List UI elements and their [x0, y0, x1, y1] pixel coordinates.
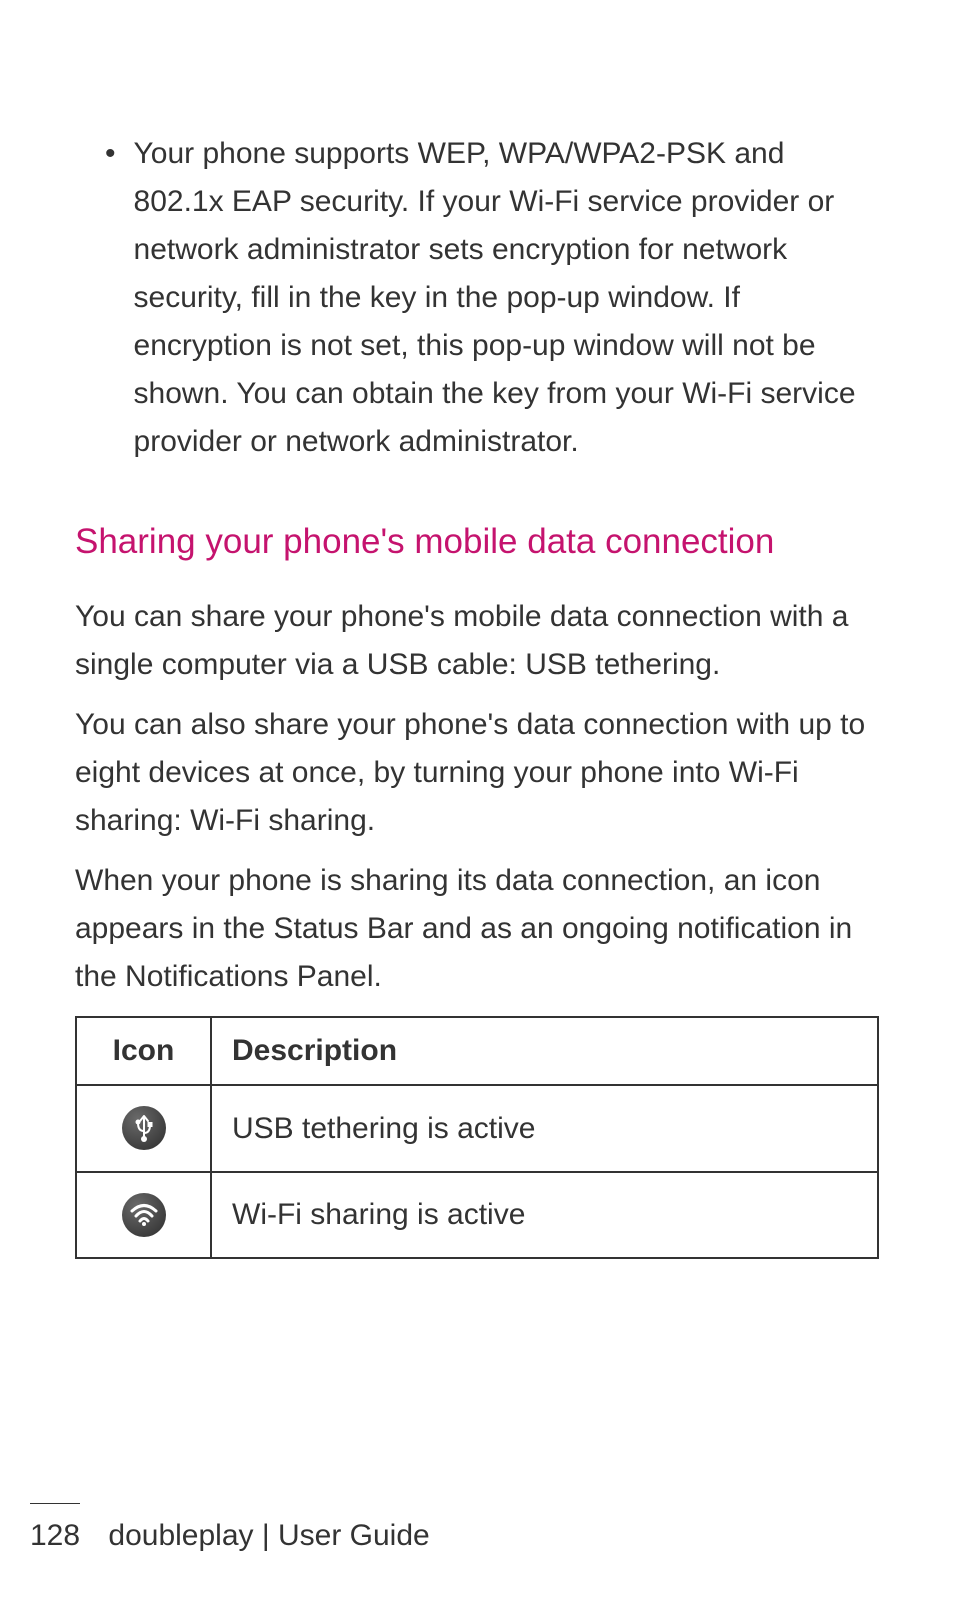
- usb-icon: [122, 1106, 166, 1150]
- icon-cell-wifi: [76, 1172, 211, 1258]
- header-icon: Icon: [76, 1017, 211, 1085]
- paragraph-1: You can share your phone's mobile data c…: [75, 593, 879, 689]
- bullet-symbol: •: [105, 130, 116, 466]
- icon-table: Icon Description: [75, 1016, 879, 1259]
- table-row: Wi-Fi sharing is active: [76, 1172, 878, 1258]
- table-header-row: Icon Description: [76, 1017, 878, 1085]
- table-row: USB tethering is active: [76, 1085, 878, 1172]
- page-content: • Your phone supports WEP, WPA/WPA2-PSK …: [0, 0, 954, 1259]
- footer-title: doubleplay | User Guide: [108, 1519, 429, 1552]
- paragraph-3: When your phone is sharing its data conn…: [75, 857, 879, 1001]
- page-number: 128: [30, 1519, 80, 1553]
- paragraph-2: You can also share your phone's data con…: [75, 701, 879, 845]
- wifi-icon: [122, 1193, 166, 1237]
- page-footer: 128 doubleplay | User Guide: [0, 1503, 954, 1553]
- footer-line: [30, 1503, 80, 1504]
- bullet-item: • Your phone supports WEP, WPA/WPA2-PSK …: [105, 130, 879, 466]
- bullet-text: Your phone supports WEP, WPA/WPA2-PSK an…: [134, 130, 879, 466]
- footer-text: 128 doubleplay | User Guide: [30, 1519, 954, 1553]
- description-cell: USB tethering is active: [211, 1085, 878, 1172]
- section-heading: Sharing your phone's mobile data connect…: [75, 516, 879, 568]
- icon-cell-usb: [76, 1085, 211, 1172]
- description-cell: Wi-Fi sharing is active: [211, 1172, 878, 1258]
- header-description: Description: [211, 1017, 878, 1085]
